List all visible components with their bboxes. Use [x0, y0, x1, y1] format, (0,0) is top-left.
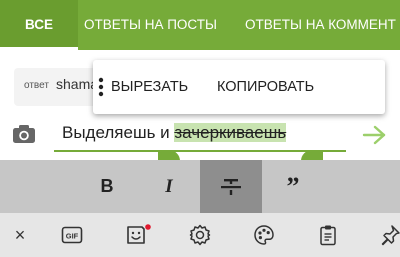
text-selection-menu: ВЫРЕЗАТЬ КОПИРОВАТЬ	[93, 60, 385, 114]
format-toolbar: B I ”	[0, 160, 400, 213]
tab-post-replies-label: ОТВЕТЫ НА ПОСТЫ	[84, 17, 217, 32]
more-vertical-icon[interactable]	[93, 60, 109, 114]
bold-icon: B	[100, 176, 114, 196]
close-icon: ×	[14, 225, 26, 245]
tab-post-replies[interactable]: ОТВЕТЫ НА ПОСТЫ	[84, 0, 217, 50]
bold-button[interactable]: B	[76, 160, 138, 213]
gif-button[interactable]: GIF	[54, 213, 90, 257]
keyboard-toolbar: × GIF	[0, 213, 400, 257]
message-input[interactable]: Выделяешь и зачеркиваешь	[62, 123, 287, 143]
sticker-icon	[127, 224, 151, 244]
gif-label: GIF	[66, 232, 79, 241]
tab-all[interactable]: ВСЕ	[0, 0, 78, 50]
notification-dot	[145, 224, 151, 230]
tab-all-label: ВСЕ	[25, 17, 53, 32]
clipboard-button[interactable]	[310, 213, 346, 257]
quote-button[interactable]: ”	[262, 160, 324, 213]
cut-button[interactable]: ВЫРЕЗАТЬ	[111, 60, 188, 114]
reply-preview-author: shama	[56, 76, 99, 92]
tab-comment-replies[interactable]: ОТВЕТЫ НА КОММЕНТ	[245, 0, 396, 50]
tab-comment-replies-label: ОТВЕТЫ НА КОММЕНТ	[245, 17, 396, 32]
sticker-button[interactable]	[118, 213, 154, 257]
send-icon[interactable]	[362, 125, 386, 145]
quote-icon: ”	[286, 172, 300, 201]
camera-icon[interactable]	[12, 124, 36, 144]
pin-button[interactable]	[372, 213, 400, 257]
settings-icon	[189, 224, 211, 246]
copy-button[interactable]: КОПИРОВАТЬ	[217, 60, 314, 114]
close-keyboard-button[interactable]: ×	[2, 213, 38, 257]
selected-text[interactable]: зачеркиваешь	[174, 123, 287, 142]
italic-button[interactable]: I	[138, 160, 200, 213]
italic-icon: I	[165, 176, 173, 197]
settings-button[interactable]	[182, 213, 218, 257]
reply-preview-label: ответ	[24, 80, 49, 91]
clipboard-icon	[320, 225, 336, 246]
strikethrough-icon	[221, 179, 241, 195]
strikethrough-button[interactable]	[200, 160, 262, 213]
tab-bar: ВСЕ ОТВЕТЫ НА ПОСТЫ ОТВЕТЫ НА КОММЕНТ	[0, 0, 400, 50]
message-text: Выделяешь и	[62, 123, 175, 142]
palette-icon	[254, 225, 274, 245]
theme-button[interactable]	[246, 213, 282, 257]
gif-icon: GIF	[61, 226, 83, 244]
input-underline	[54, 150, 346, 152]
pin-icon	[381, 225, 400, 246]
active-tab-indicator	[0, 47, 78, 50]
